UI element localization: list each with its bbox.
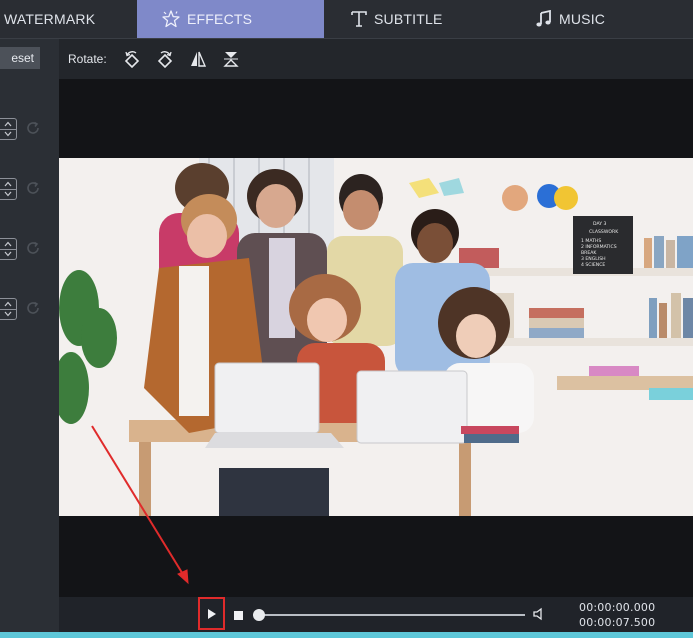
flip-vertical-icon[interactable] bbox=[221, 49, 241, 69]
tab-effects[interactable]: EFFECTS bbox=[137, 0, 324, 38]
reset-button[interactable]: eset bbox=[0, 47, 40, 69]
accent-strip bbox=[0, 632, 693, 638]
blackboard-line-4: 2 INFORMATICS bbox=[581, 244, 617, 250]
volume-icon[interactable] bbox=[533, 607, 547, 621]
tab-watermark[interactable]: WATERMARK bbox=[0, 0, 137, 38]
tab-watermark-label: WATERMARK bbox=[4, 11, 96, 27]
music-note-icon bbox=[535, 10, 553, 28]
adjust-row-1 bbox=[0, 118, 59, 142]
current-time: 00:00:00.000 bbox=[579, 601, 656, 614]
adjust-row-3 bbox=[0, 238, 59, 262]
reset-value-icon[interactable] bbox=[25, 120, 41, 136]
reset-value-icon[interactable] bbox=[25, 300, 41, 316]
blackboard-line-5: BREAK bbox=[581, 250, 597, 256]
chevron-down-icon[interactable] bbox=[3, 249, 13, 259]
blackboard-line-2: CLASSWORK bbox=[589, 229, 619, 235]
video-preview[interactable]: DAY 3 CLASSWORK 1 MATHS 2 INFORMATICS BR… bbox=[59, 79, 693, 597]
value-stepper[interactable] bbox=[0, 178, 17, 200]
seek-handle[interactable] bbox=[253, 609, 265, 621]
playback-bar: 00:00:00.000 00:00:07.500 bbox=[59, 597, 693, 632]
reset-value-icon[interactable] bbox=[25, 180, 41, 196]
chevron-down-icon[interactable] bbox=[3, 309, 13, 319]
value-stepper[interactable] bbox=[0, 298, 17, 320]
video-editor-window: WATERMARK EFFECTS SUBTITLE MUSIC eset Ro… bbox=[0, 0, 693, 638]
sparkle-star-icon bbox=[161, 9, 181, 29]
text-t-icon bbox=[350, 10, 368, 28]
rotate-left-icon[interactable] bbox=[122, 49, 142, 69]
tab-subtitle-label: SUBTITLE bbox=[374, 11, 443, 27]
rotate-right-icon[interactable] bbox=[155, 49, 175, 69]
chevron-down-icon[interactable] bbox=[3, 129, 13, 139]
blackboard-line-3: 1 MATHS bbox=[581, 238, 601, 244]
video-frame: DAY 3 CLASSWORK 1 MATHS 2 INFORMATICS BR… bbox=[59, 158, 693, 516]
tab-effects-label: EFFECTS bbox=[187, 11, 253, 27]
tab-music[interactable]: MUSIC bbox=[535, 0, 605, 38]
adjust-panel: eset bbox=[0, 39, 59, 638]
value-stepper[interactable] bbox=[0, 118, 17, 140]
tab-music-label: MUSIC bbox=[559, 11, 606, 27]
total-time: 00:00:07.500 bbox=[579, 616, 656, 629]
chevron-up-icon[interactable] bbox=[3, 239, 13, 249]
blackboard-line-7: 4 SCIENCE bbox=[581, 262, 605, 268]
tab-subtitle[interactable]: SUBTITLE bbox=[350, 0, 443, 38]
seek-bar[interactable] bbox=[255, 614, 525, 616]
tab-bar: WATERMARK EFFECTS SUBTITLE MUSIC bbox=[0, 0, 693, 39]
blackboard-line-6: 3 ENGLISH bbox=[581, 256, 606, 262]
chevron-up-icon[interactable] bbox=[3, 179, 13, 189]
blackboard-line-1: DAY 3 bbox=[593, 221, 607, 227]
adjust-row-4 bbox=[0, 298, 59, 322]
rotate-label: Rotate: bbox=[68, 52, 107, 66]
classroom-scene-image: DAY 3 CLASSWORK 1 MATHS 2 INFORMATICS BR… bbox=[59, 158, 693, 516]
chevron-up-icon[interactable] bbox=[3, 299, 13, 309]
play-icon bbox=[207, 608, 216, 619]
value-stepper[interactable] bbox=[0, 238, 17, 260]
adjust-row-2 bbox=[0, 178, 59, 202]
chevron-down-icon[interactable] bbox=[3, 189, 13, 199]
chevron-up-icon[interactable] bbox=[3, 119, 13, 129]
stop-button[interactable] bbox=[233, 610, 243, 620]
play-button[interactable] bbox=[198, 597, 225, 630]
flip-horizontal-icon[interactable] bbox=[188, 49, 208, 69]
rotate-toolbar: Rotate: bbox=[59, 39, 693, 79]
reset-value-icon[interactable] bbox=[25, 240, 41, 256]
stop-icon bbox=[233, 610, 243, 620]
